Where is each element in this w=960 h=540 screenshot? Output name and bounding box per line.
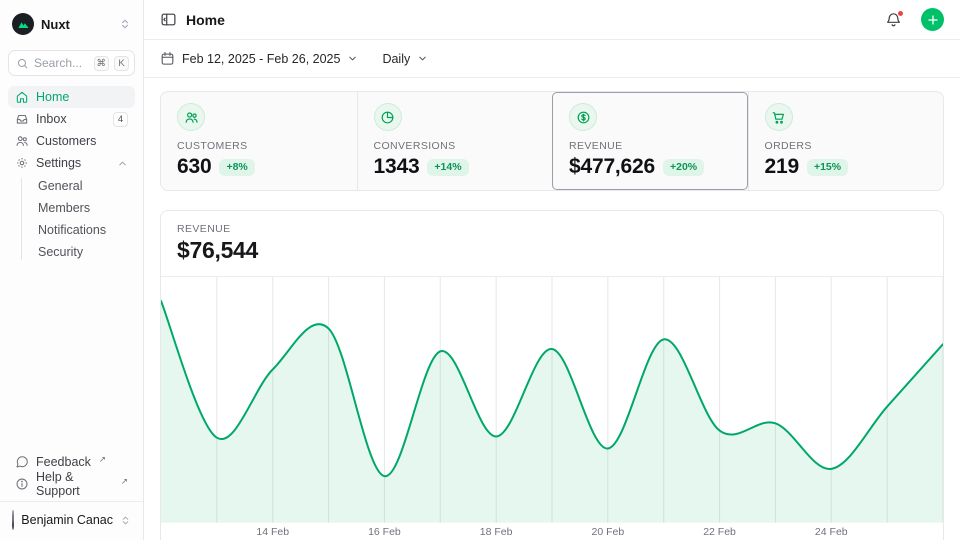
delta-badge: +14%: [427, 159, 468, 176]
search-placeholder: Search...: [34, 56, 89, 70]
nuxt-logo-icon: [12, 13, 34, 35]
feedback-label: Feedback: [36, 455, 91, 469]
home-icon: [15, 90, 29, 104]
chart-value: $76,544: [177, 237, 927, 264]
kbd-k: K: [114, 56, 129, 71]
users-icon: [177, 103, 205, 131]
chevron-up-down-icon: [119, 18, 131, 30]
stat-label: ORDERS: [765, 140, 928, 152]
app-window: Nuxt Search... ⌘ K Home: [0, 0, 960, 540]
inbox-icon: [15, 112, 29, 126]
sidebar: Nuxt Search... ⌘ K Home: [0, 0, 144, 540]
main-area: Home Feb 12, 2025 - Feb 26, 2025 Daily: [144, 0, 960, 540]
plus-icon: [927, 14, 939, 26]
stats-row: CUSTOMERS 630 +8% CONVERSIONS 1343 +14%: [160, 91, 944, 191]
stat-label: CUSTOMERS: [177, 140, 341, 152]
stat-value: $477,626: [569, 155, 655, 179]
filter-toolbar: Feb 12, 2025 - Feb 26, 2025 Daily: [144, 40, 960, 78]
users-icon: [15, 134, 29, 148]
chevron-down-icon: [417, 53, 428, 64]
inbox-count-badge: 4: [113, 112, 128, 127]
sidebar-item-members[interactable]: Members: [38, 197, 135, 219]
chart-label: REVENUE: [177, 223, 927, 235]
help-support-link[interactable]: Help & Support ↗: [8, 473, 135, 495]
notification-dot: [897, 10, 904, 17]
stat-label: CONVERSIONS: [374, 140, 537, 152]
stat-value: 630: [177, 155, 211, 179]
x-axis-label: 16 Feb: [368, 526, 401, 538]
help-support-label: Help & Support: [36, 470, 113, 498]
sidebar-item-inbox[interactable]: Inbox 4: [8, 108, 135, 130]
x-axis-label: 18 Feb: [480, 526, 513, 538]
chart-canvas: [161, 277, 943, 523]
stat-card-revenue[interactable]: REVENUE $477,626 +20%: [552, 92, 748, 190]
notifications-button[interactable]: [885, 11, 902, 28]
revenue-chart-card: REVENUE $76,544 14 Feb 16 Feb 18 Feb 20 …: [160, 210, 944, 540]
info-circle-icon: [15, 477, 29, 491]
sidebar-item-label: Inbox: [36, 112, 67, 126]
sidebar-item-label: Customers: [36, 134, 96, 148]
delta-badge: +15%: [807, 159, 848, 176]
x-axis: 14 Feb 16 Feb 18 Feb 20 Feb 22 Feb 24 Fe…: [161, 523, 943, 540]
sidebar-item-customers[interactable]: Customers: [8, 130, 135, 152]
chart-header: REVENUE $76,544: [161, 211, 943, 277]
date-range-value: Feb 12, 2025 - Feb 26, 2025: [182, 52, 340, 66]
sidebar-item-security[interactable]: Security: [38, 241, 135, 263]
delta-badge: +20%: [663, 159, 704, 176]
avatar: [12, 510, 14, 530]
sidebar-item-general[interactable]: General: [38, 175, 135, 197]
user-name: Benjamin Canac: [21, 513, 113, 527]
sidebar-item-label: Settings: [36, 156, 81, 170]
delta-badge: +8%: [219, 159, 254, 176]
chevron-up-icon: [117, 158, 128, 169]
shopping-cart-icon: [765, 103, 793, 131]
stat-label: REVENUE: [569, 140, 732, 152]
sidebar-collapse-icon[interactable]: [160, 11, 177, 28]
pie-chart-icon: [374, 103, 402, 131]
add-button[interactable]: [921, 8, 944, 31]
period-value: Daily: [382, 52, 410, 66]
settings-subnav: General Members Notifications Security: [8, 175, 135, 263]
stat-card-customers[interactable]: CUSTOMERS 630 +8%: [161, 92, 357, 190]
stat-value: 1343: [374, 155, 420, 179]
team-name: Nuxt: [41, 17, 112, 32]
chevron-up-down-icon: [120, 515, 131, 526]
chevron-down-icon: [347, 53, 358, 64]
sidebar-nav: Home Inbox 4 Customers Settings: [8, 86, 135, 263]
sidebar-footer: Feedback ↗ Help & Support ↗ Benjamin Can…: [8, 451, 135, 532]
team-switcher[interactable]: Nuxt: [8, 8, 135, 40]
x-axis-label: 20 Feb: [591, 526, 624, 538]
search-input[interactable]: Search... ⌘ K: [8, 50, 135, 76]
external-link-icon: ↗: [99, 454, 106, 465]
calendar-icon: [160, 51, 175, 66]
x-axis-label: 22 Feb: [703, 526, 736, 538]
period-select[interactable]: Daily: [382, 52, 428, 66]
page-content: CUSTOMERS 630 +8% CONVERSIONS 1343 +14%: [144, 78, 960, 540]
kbd-meta: ⌘: [94, 56, 110, 71]
chat-bubble-icon: [15, 455, 29, 469]
date-range-picker[interactable]: Feb 12, 2025 - Feb 26, 2025: [160, 51, 358, 66]
page-header: Home: [144, 0, 960, 40]
external-link-icon: ↗: [121, 476, 128, 487]
sidebar-item-settings[interactable]: Settings: [8, 152, 135, 174]
stat-value: 219: [765, 155, 799, 179]
sidebar-item-notifications[interactable]: Notifications: [38, 219, 135, 241]
search-icon: [16, 57, 29, 70]
revenue-area-chart: [161, 277, 943, 523]
sidebar-item-home[interactable]: Home: [8, 86, 135, 108]
stat-card-orders[interactable]: ORDERS 219 +15%: [748, 92, 944, 190]
dollar-circle-icon: [569, 103, 597, 131]
page-title: Home: [186, 12, 876, 28]
x-axis-label: 14 Feb: [256, 526, 289, 538]
stat-card-conversions[interactable]: CONVERSIONS 1343 +14%: [357, 92, 553, 190]
user-menu[interactable]: Benjamin Canac: [0, 501, 143, 532]
gear-icon: [15, 156, 29, 170]
x-axis-label: 24 Feb: [815, 526, 848, 538]
sidebar-item-label: Home: [36, 90, 69, 104]
